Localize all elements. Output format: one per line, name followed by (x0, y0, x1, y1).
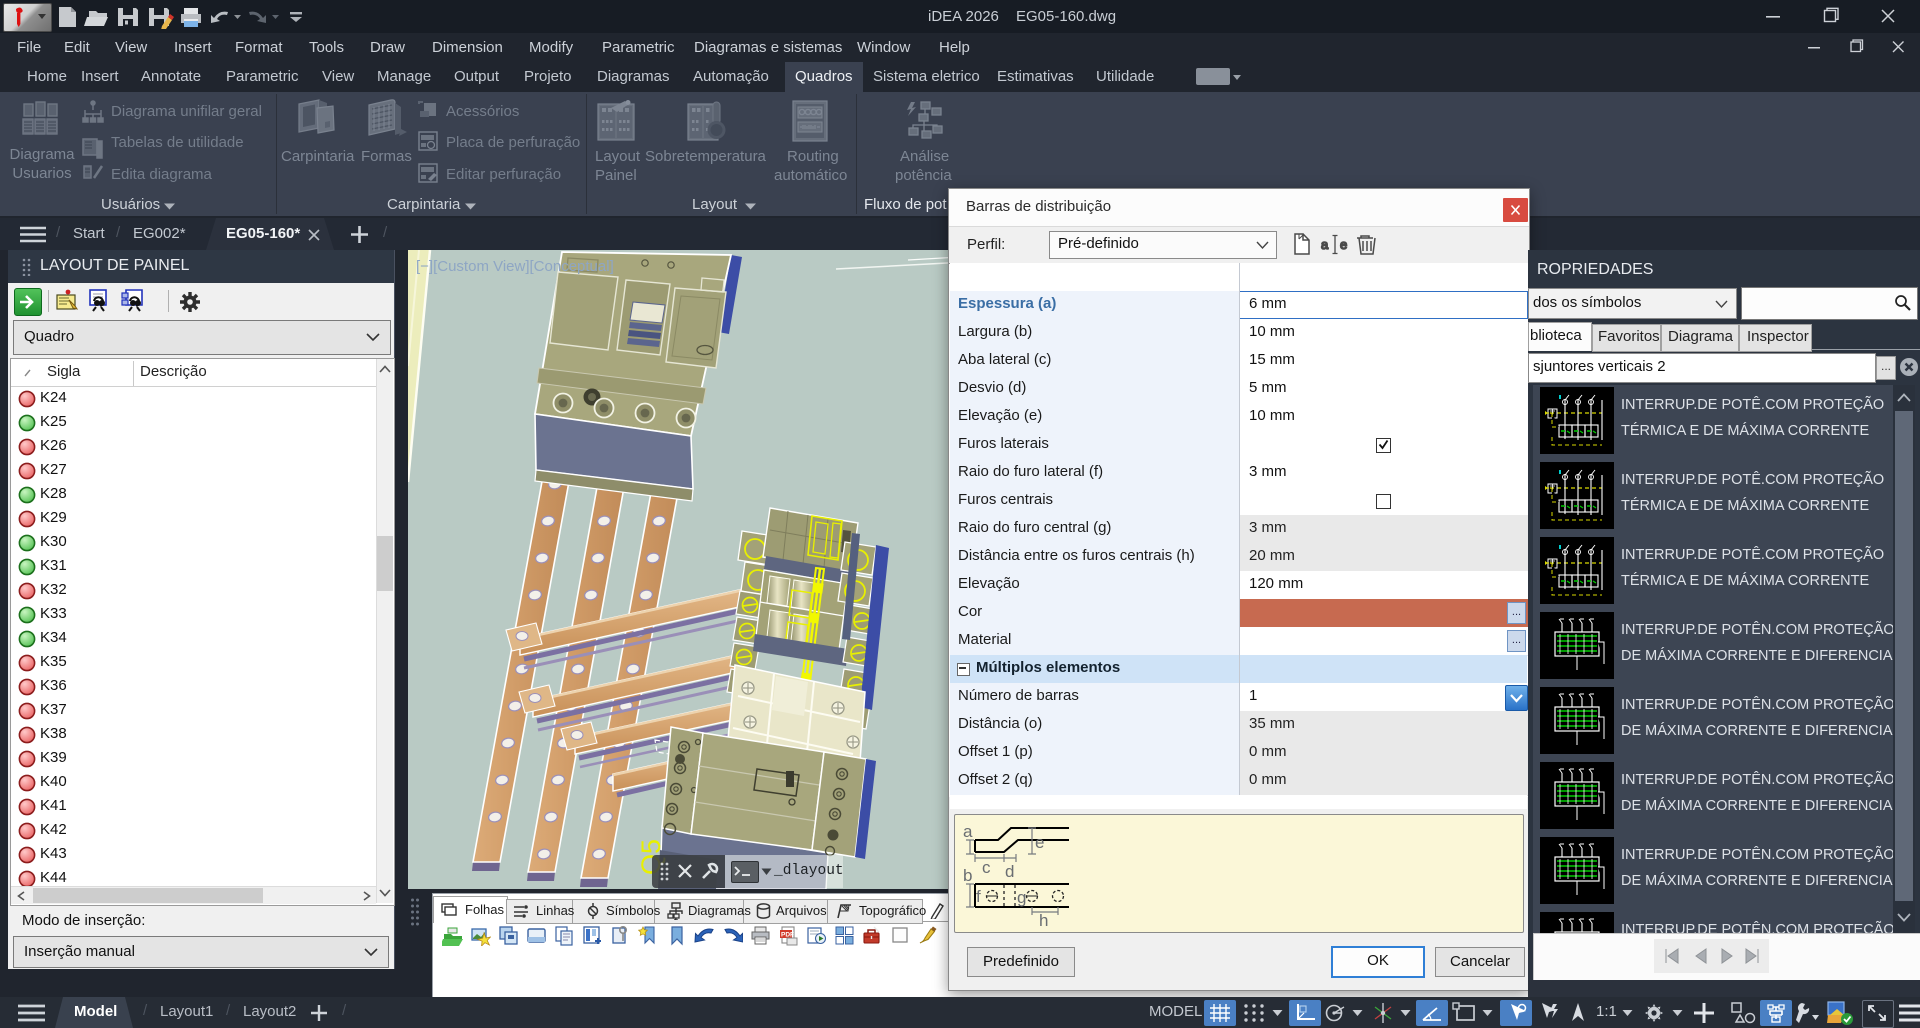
svg-text:c: c (982, 858, 991, 877)
svg-text:e: e (1340, 237, 1347, 252)
svg-text:f: f (976, 887, 981, 906)
svg-text:PDF: PDF (781, 932, 794, 939)
svg-text:a: a (1321, 237, 1329, 252)
svg-text:a: a (963, 822, 973, 841)
svg-text:d: d (1005, 862, 1014, 881)
svg-text:e: e (1035, 833, 1044, 852)
svg-text:g: g (1017, 888, 1026, 907)
svg-text:h: h (1039, 911, 1048, 930)
svg-text:b: b (963, 866, 972, 885)
